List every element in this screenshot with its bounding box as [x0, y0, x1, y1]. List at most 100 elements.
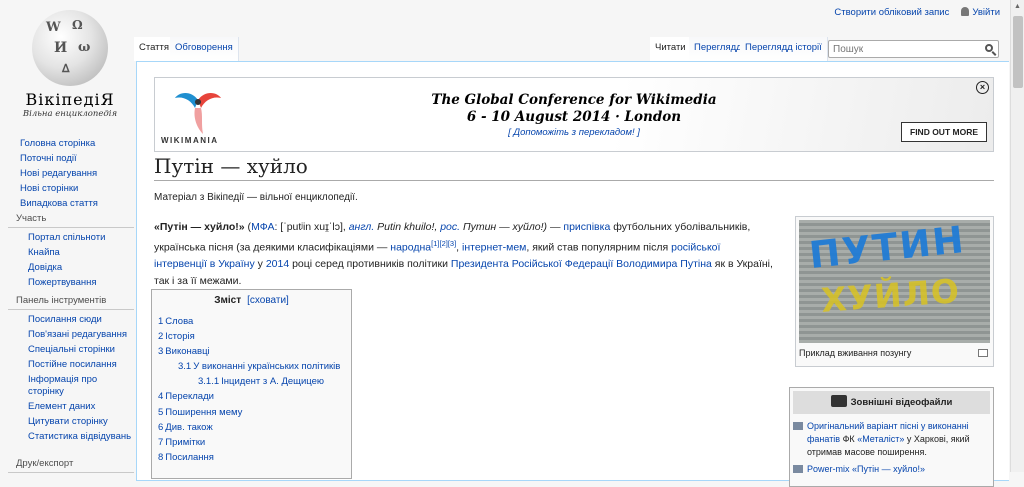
scrollbar-thumb[interactable]	[1013, 16, 1023, 88]
login-link-wrap[interactable]: Увійти	[961, 7, 1000, 18]
toc-item[interactable]: 3.1 У виконанні українських політиків	[158, 359, 345, 374]
toc-item[interactable]: 8 Посилання	[158, 450, 345, 465]
sidebar-item-participation-2[interactable]: Довідка	[28, 262, 134, 274]
sidebar-item-tools-0[interactable]: Посилання сюди	[28, 314, 134, 326]
link-year[interactable]: 2014	[266, 258, 289, 270]
sidebar-item-tools-4[interactable]: Інформація про сторінку	[28, 374, 134, 397]
tab-history[interactable]: Переглядд історії	[740, 37, 828, 61]
link-internet-meme[interactable]: інтернет-мем	[462, 241, 526, 253]
toc-item-link[interactable]: 4 Переклади	[158, 391, 214, 402]
club-link[interactable]: «Металіст»	[857, 434, 904, 444]
sidebar-item-tools-7-link[interactable]: Статистика відвідувань	[28, 431, 131, 442]
sidebar-item-participation-0-link[interactable]: Портал спільноти	[28, 232, 105, 243]
sidebar-item-participation-1-link[interactable]: Кнайпа	[28, 247, 60, 258]
sidebar-item-tools-6[interactable]: Цитувати сторінку	[28, 416, 134, 428]
sidebar-heading-print[interactable]: Друк/експорт	[8, 458, 134, 473]
link-pryspivka[interactable]: приспівка	[563, 221, 610, 233]
link-narodna[interactable]: народна	[390, 241, 431, 253]
toc-item-link[interactable]: 3 Виконавці	[158, 346, 210, 357]
banner-title: The Global Conference for Wikimedia 6 - …	[155, 92, 993, 126]
wikimania-banner[interactable]: WIKIMANIA The Global Conference for Wiki…	[154, 77, 994, 152]
toc-item-link[interactable]: 6 Див. також	[158, 422, 213, 433]
login-link[interactable]: Увійти	[972, 7, 1000, 18]
sidebar-item-main-0[interactable]: Головна сторінка	[20, 138, 134, 150]
toc-item[interactable]: 6 Див. також	[158, 420, 345, 435]
toc-item[interactable]: 3.1.1 Інцидент з А. Дещицею	[158, 374, 345, 389]
link-mfa[interactable]: МФА	[251, 221, 274, 233]
scroll-up-arrow-icon[interactable]: ▲	[1011, 0, 1024, 14]
link-english[interactable]: англ.	[349, 221, 375, 233]
sidebar-item-tools-2[interactable]: Спеціальні сторінки	[28, 344, 134, 356]
sidebar-item-main-3-link[interactable]: Нові сторінки	[20, 183, 78, 194]
sidebar-item-main-4-link[interactable]: Випадкова стаття	[20, 198, 98, 209]
search-icon[interactable]	[985, 44, 993, 52]
toc-item-link[interactable]: 3.1 У виконанні українських політиків	[178, 361, 340, 372]
graffiti-photo[interactable]: ПУТИН ХУЙЛО	[799, 220, 990, 343]
wikipedia-logo[interactable]: W Ω И ω ᐃ ВікіпедіЯ Вільна енциклопедія	[12, 8, 128, 120]
toc-title: Зміст [сховати]	[158, 295, 345, 306]
sidebar-item-tools-5[interactable]: Елемент даних	[28, 401, 134, 413]
sidebar-item-participation-3-link[interactable]: Пожертвування	[28, 277, 97, 288]
tab-article[interactable]: Стаття	[134, 37, 176, 61]
sidebar-print: Друк/експорт	[8, 458, 134, 477]
enlarge-icon[interactable]	[978, 349, 988, 357]
sidebar-item-participation-3[interactable]: Пожертвування	[28, 277, 134, 289]
sidebar-item-participation-2-link[interactable]: Довідка	[28, 262, 62, 273]
sidebar-item-tools-3[interactable]: Постійне посилання	[28, 359, 134, 371]
close-icon[interactable]: ×	[976, 81, 989, 94]
sidebar-item-main-2[interactable]: Нові редагування	[20, 168, 134, 180]
sidebar-item-tools-5-link[interactable]: Елемент даних	[28, 401, 95, 412]
sidebar-item-main-0-link[interactable]: Головна сторінка	[20, 138, 95, 149]
toc-item[interactable]: 4 Переклади	[158, 389, 345, 404]
sidebar-item-main-1-link[interactable]: Поточні події	[20, 153, 77, 164]
toc-item[interactable]: 3 Виконавці	[158, 344, 345, 359]
toc-item[interactable]: 7 Примітки	[158, 435, 345, 450]
link-russian[interactable]: рос.	[440, 221, 460, 233]
tab-read[interactable]: Читати	[650, 37, 692, 61]
create-account-link[interactable]: Створити обліковий запис	[834, 7, 949, 18]
sidebar-item-main-2-link[interactable]: Нові редагування	[20, 168, 97, 179]
page-title: Путін — хуйло	[154, 154, 994, 181]
logo-title: ВікіпедіЯ	[25, 90, 115, 109]
sidebar-item-tools-1-link[interactable]: Пов'язані редагування	[28, 329, 127, 340]
toc-hide-toggle[interactable]: [сховати]	[247, 295, 289, 306]
toc-item-link[interactable]: 1 Слова	[158, 316, 193, 327]
sidebar-item-participation-1[interactable]: Кнайпа	[28, 247, 134, 259]
sidebar-item-tools-1[interactable]: Пов'язані редагування	[28, 329, 134, 341]
sidebar-item-tools-0-link[interactable]: Посилання сюди	[28, 314, 102, 325]
sidebar-item-main-3[interactable]: Нові сторінки	[20, 183, 134, 195]
toc-item[interactable]: 1 Слова	[158, 314, 345, 329]
toc-item[interactable]: 2 Історія	[158, 329, 345, 344]
sidebar-tools: Панель інструментів Посилання сюди Пов'яз…	[8, 295, 134, 446]
sidebar-item-tools-2-link[interactable]: Спеціальні сторінки	[28, 344, 115, 355]
search-input[interactable]	[829, 41, 979, 57]
table-of-contents: Зміст [сховати] 1 Слова 2 Історія 3 Виконавці 3…	[151, 289, 352, 479]
toc-item[interactable]: 5 Поширення мему	[158, 405, 345, 420]
find-out-more-button[interactable]: FIND OUT MORE	[901, 122, 987, 142]
link-president[interactable]: Президента Російської Федерації Володими…	[451, 258, 712, 270]
image-thumbnail: ПУТИН ХУЙЛО Приклад вживання позунгу	[795, 216, 994, 367]
tab-view-source[interactable]: Переглядд	[689, 37, 748, 61]
toc-item-label: Історія	[165, 331, 195, 343]
sidebar-item-main-1[interactable]: Поточні події	[20, 153, 134, 165]
photo-graffiti-text-bottom: ХУЙЛО	[819, 271, 962, 320]
toc-item-link[interactable]: 3.1.1 Інцидент з А. Дещицею	[198, 376, 324, 387]
sidebar-item-tools-3-link[interactable]: Постійне посилання	[28, 359, 117, 370]
search-box[interactable]	[828, 40, 999, 58]
toc-item-link[interactable]: 7 Примітки	[158, 437, 205, 448]
toc-item-link[interactable]: 5 Поширення мему	[158, 407, 242, 418]
sidebar-item-participation-0[interactable]: Портал спільноти	[28, 232, 134, 244]
sidebar-item-main-4[interactable]: Випадкова стаття	[20, 198, 134, 210]
banner-help-link[interactable]: [ Допоможіть з перекладом! ]	[155, 127, 993, 138]
tab-talk[interactable]: Обговорення	[170, 37, 239, 61]
external-video-link[interactable]: Power-mix «Путін — хуйло!»	[807, 464, 925, 474]
lead-paragraph: «Путін — хуйло!» (МФА: [ˈputʲin xuɪ̯ˈlɔ]…	[154, 219, 774, 290]
reference-links[interactable]: [1][2][3]	[431, 239, 456, 248]
external-videos-title: Зовнішні відеофайли	[850, 397, 953, 408]
sidebar-item-tools-4-link[interactable]: Інформація про сторінку	[28, 374, 97, 397]
vertical-scrollbar[interactable]: ▲	[1010, 0, 1024, 472]
toc-item-link[interactable]: 8 Посилання	[158, 452, 214, 463]
toc-item-link[interactable]: 2 Історія	[158, 331, 195, 342]
sidebar-item-tools-7[interactable]: Статистика відвідувань	[28, 431, 134, 443]
sidebar-item-tools-6-link[interactable]: Цитувати сторінку	[28, 416, 108, 427]
